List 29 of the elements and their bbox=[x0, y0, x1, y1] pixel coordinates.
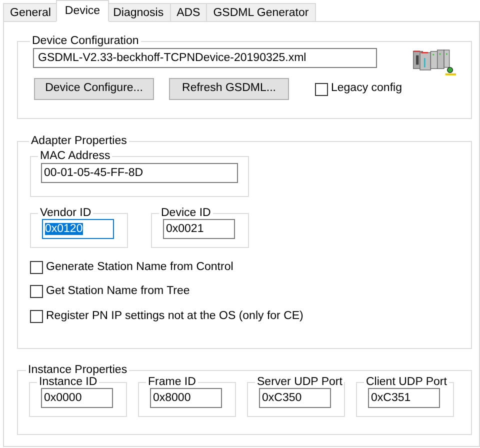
group-title: Server UDP Port bbox=[256, 375, 344, 389]
input-field[interactable]: 0x0120 bbox=[42, 219, 114, 239]
input-field[interactable]: 00-01-05-45-FF-8D bbox=[41, 163, 238, 183]
input-field[interactable]: 0xC350 bbox=[259, 388, 331, 408]
file-path-field[interactable]: GSDML-V2.33-beckhoff-TCPNDevice-20190325.xml bbox=[33, 48, 377, 68]
group-title: Device Configuration bbox=[31, 34, 140, 48]
group-title: MAC Address bbox=[39, 149, 112, 163]
tab[interactable]: ADS bbox=[170, 3, 208, 22]
group-title: Instance Properties bbox=[27, 363, 128, 377]
input-field[interactable]: 0x0000 bbox=[41, 388, 113, 408]
group-title: Vendor ID bbox=[39, 206, 92, 220]
device-configure-button[interactable]: Device Configure... bbox=[34, 78, 154, 100]
tab[interactable]: Diagnosis bbox=[106, 3, 171, 22]
checkbox-label: Get Station Name from Tree bbox=[46, 284, 190, 300]
input-field[interactable]: 0xC351 bbox=[368, 388, 440, 408]
checkbox-label: Register PN IP settings not at the OS (only for CE) bbox=[46, 308, 304, 324]
input-field[interactable]: 0x0021 bbox=[163, 219, 235, 239]
tab[interactable]: GSDML Generator bbox=[206, 3, 316, 22]
input-field[interactable]: 0x8000 bbox=[150, 388, 222, 408]
group-title: Instance ID bbox=[38, 376, 98, 389]
tab[interactable]: General bbox=[3, 3, 58, 22]
checkbox-label: Legacy config bbox=[331, 81, 402, 96]
tab[interactable]: Device bbox=[56, 0, 110, 22]
group-title: Frame ID bbox=[147, 375, 197, 389]
group-title: Device ID bbox=[160, 206, 212, 220]
group-title: Client UDP Port bbox=[365, 375, 448, 389]
refresh-gsdml-button[interactable]: Refresh GSDML... bbox=[169, 78, 289, 100]
group-title: Adapter Properties bbox=[30, 134, 128, 148]
checkbox-label: Generate Station Name from Control bbox=[46, 260, 234, 275]
